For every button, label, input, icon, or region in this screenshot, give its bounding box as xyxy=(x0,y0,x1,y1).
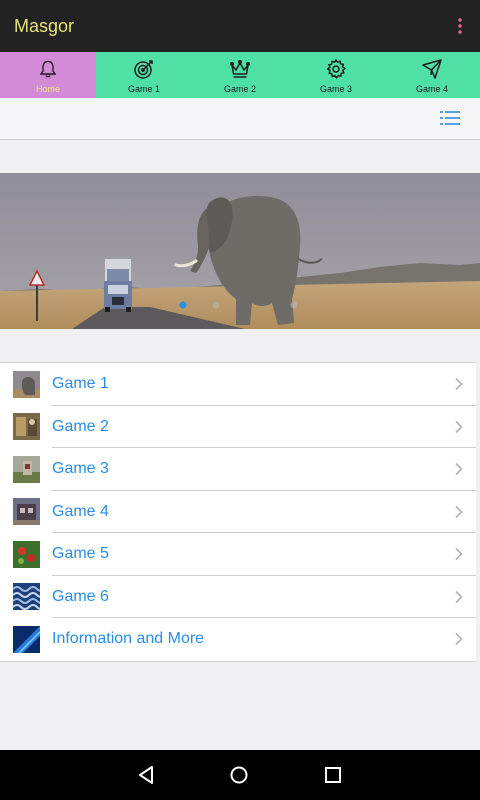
home-icon[interactable] xyxy=(219,755,259,795)
list-item-game-6[interactable]: Game 6 xyxy=(0,576,476,618)
game-6-thumbnail xyxy=(12,583,46,611)
info-thumbnail xyxy=(13,625,41,654)
system-nav-bar xyxy=(0,750,480,800)
list-item-label: Game 1 xyxy=(52,375,109,393)
tab-game-1[interactable]: Game 1 xyxy=(96,52,192,98)
game-3-thumbnail xyxy=(13,455,40,483)
chevron-right-icon xyxy=(454,505,464,519)
list-item-label: Game 2 xyxy=(52,417,109,435)
tab-label: Game 1 xyxy=(127,84,160,94)
chevron-right-icon xyxy=(454,462,464,476)
gear-icon xyxy=(325,58,347,80)
list-view-icon[interactable] xyxy=(440,109,460,127)
banner-slideshow[interactable] xyxy=(0,173,480,329)
list-item-label: Game 4 xyxy=(52,502,109,520)
list-item-game-3[interactable]: Game 3 xyxy=(0,448,476,491)
list-item-label: Information and More xyxy=(52,630,205,648)
list-item-game-4[interactable]: Game 4 xyxy=(0,491,476,533)
list-item-label: Game 3 xyxy=(52,460,109,478)
tab-game-3[interactable]: Game 3 xyxy=(288,52,384,98)
recents-icon[interactable] xyxy=(313,755,353,795)
tab-game-2[interactable]: Game 2 xyxy=(192,52,288,98)
list-item-information[interactable]: Information and More xyxy=(0,618,476,661)
game-5-thumbnail xyxy=(13,540,40,568)
target-icon xyxy=(133,58,155,80)
chevron-right-icon xyxy=(454,420,464,434)
tab-bar: Home Game 1 Game 2 Game 3 Game 4 xyxy=(0,52,480,98)
list-item-game-1[interactable]: Game 1 xyxy=(0,363,476,406)
list-item-label: Game 5 xyxy=(52,545,109,563)
chevron-right-icon xyxy=(454,377,464,391)
tab-label: Game 3 xyxy=(319,84,352,94)
crown-icon xyxy=(229,58,251,80)
list-item-game-2[interactable]: Game 2 xyxy=(0,406,476,448)
tab-label: Game 2 xyxy=(223,84,256,94)
chevron-right-icon xyxy=(454,632,464,646)
game-list: Game 1 Game 2 Game 3 Game 4 Game 5 Game … xyxy=(0,362,476,662)
sub-toolbar xyxy=(0,98,480,140)
back-icon[interactable] xyxy=(126,755,166,795)
tab-game-4[interactable]: Game 4 xyxy=(384,52,480,98)
app-title: Masgor xyxy=(14,15,75,36)
chevron-right-icon xyxy=(454,547,464,561)
list-item-game-5[interactable]: Game 5 xyxy=(0,533,476,576)
overflow-menu-icon[interactable] xyxy=(452,14,468,38)
app-bar: Masgor xyxy=(0,0,480,52)
elephant-on-road-photo xyxy=(0,173,480,329)
game-2-thumbnail xyxy=(13,413,40,441)
bell-icon xyxy=(37,58,59,80)
game-1-thumbnail xyxy=(13,370,40,398)
game-4-thumbnail xyxy=(13,498,40,526)
tab-label: Home xyxy=(35,84,60,94)
paper-plane-icon xyxy=(421,58,443,80)
tab-label: Game 4 xyxy=(415,84,448,94)
list-item-label: Game 6 xyxy=(52,587,109,605)
tab-home[interactable]: Home xyxy=(0,52,96,98)
chevron-right-icon xyxy=(454,590,464,604)
